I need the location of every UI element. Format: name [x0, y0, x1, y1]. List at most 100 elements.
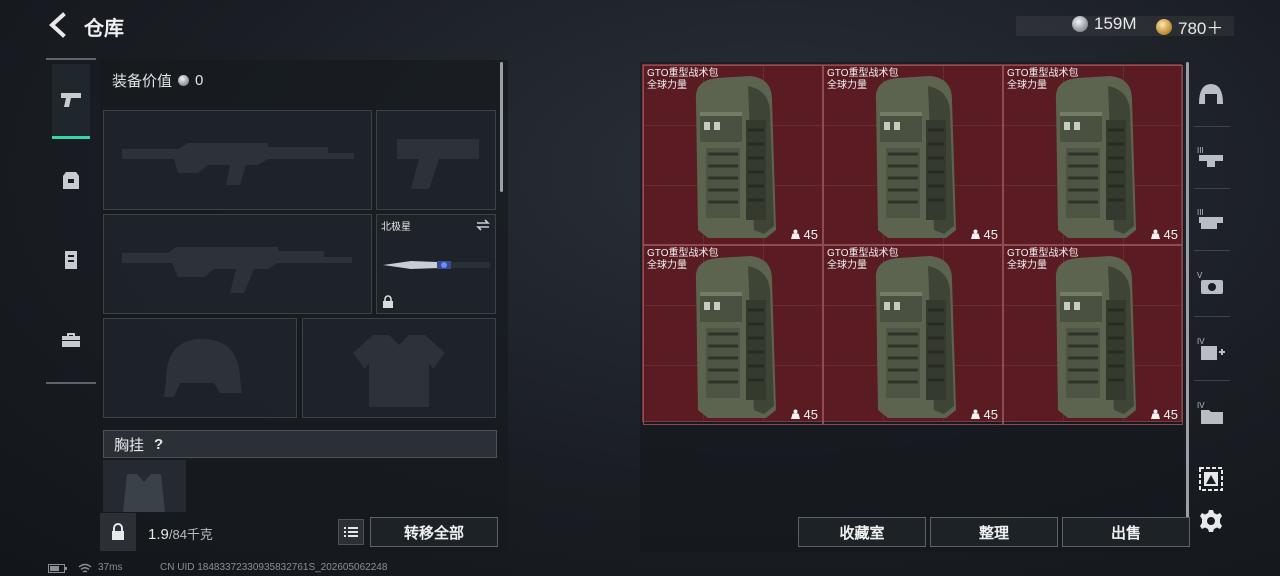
- chest-rig-header: 胸挂 ?: [103, 430, 497, 458]
- svg-text:III: III: [1197, 208, 1204, 217]
- helmet-filter-icon[interactable]: [1196, 80, 1226, 110]
- gold-currency[interactable]: 780＋: [1156, 14, 1223, 39]
- tactical-backpack-icon: [695, 256, 776, 418]
- storage-item[interactable]: GTO重型战术包 全球力量 45: [1003, 245, 1183, 425]
- divider: [1194, 380, 1230, 381]
- page-title: 仓库: [84, 18, 124, 40]
- armor-slot[interactable]: [302, 318, 496, 418]
- item-weight-value: 45: [1163, 407, 1178, 422]
- tab-vests[interactable]: [52, 224, 90, 296]
- item-name-line1: GTO重型战术包: [827, 68, 899, 79]
- helmet-slot[interactable]: [103, 318, 297, 418]
- settings-gear-icon[interactable]: [1196, 506, 1226, 536]
- tactical-backpack-icon: [1055, 76, 1136, 238]
- storage-scrollbar[interactable]: [1186, 62, 1189, 542]
- item-name-line2: 全球力量: [827, 80, 867, 91]
- item-name-line2: 全球力量: [647, 80, 687, 91]
- silver-amount: 159M: [1094, 14, 1137, 33]
- weight-max: /84千克: [168, 527, 213, 542]
- tab-backpacks[interactable]: [52, 144, 90, 216]
- silver-coin-icon: [1072, 16, 1088, 32]
- storage-item[interactable]: GTO重型战术包 全球力量 45: [1003, 65, 1183, 245]
- item-name: GTO重型战术包 全球力量: [827, 68, 898, 92]
- storage-item[interactable]: GTO重型战术包 全球力量 45: [823, 65, 1003, 245]
- back-arrow-icon[interactable]: [46, 12, 72, 38]
- sell-button[interactable]: 出售: [1062, 517, 1190, 547]
- melee-name: 北极星: [381, 222, 411, 233]
- primary-weapon-slot[interactable]: [103, 110, 372, 210]
- help-icon[interactable]: ?: [154, 436, 163, 453]
- item-name-line1: GTO重型战术包: [647, 68, 719, 79]
- rig-tier3-filter-icon[interactable]: III: [1196, 142, 1226, 172]
- tab-weapons[interactable]: [52, 64, 90, 139]
- select-all-icon[interactable]: [1196, 464, 1226, 494]
- rifle-silhouette-icon: [122, 143, 354, 185]
- weight-icon: [790, 229, 800, 239]
- ping-readout: 37ms: [98, 562, 123, 573]
- padlock-icon: [112, 523, 124, 540]
- medkit-tier4-filter-icon[interactable]: IV: [1196, 334, 1226, 364]
- silver-currency: 159M: [1072, 14, 1137, 34]
- item-name-line2: 全球力量: [1007, 260, 1047, 271]
- weight-icon: [790, 409, 800, 419]
- item-name-line1: GTO重型战术包: [647, 248, 719, 259]
- wifi-icon: [78, 563, 92, 573]
- gold-coin-icon: [1156, 18, 1172, 35]
- storage-item[interactable]: GTO重型战术包 全球力量 45: [643, 65, 823, 245]
- equipment-value: 装备价值 0: [112, 70, 203, 91]
- folder-tier4-filter-icon[interactable]: IV: [1196, 398, 1226, 428]
- weight-icon: [970, 229, 980, 239]
- item-weight: 45: [790, 227, 818, 242]
- item-weight: 45: [790, 407, 818, 422]
- svg-text:IV: IV: [1197, 401, 1205, 410]
- case-tier5-filter-icon[interactable]: V: [1196, 268, 1226, 298]
- gold-amount[interactable]: 780＋: [1178, 14, 1223, 39]
- item-weight-value: 45: [803, 407, 818, 422]
- item-name: GTO重型战术包 全球力量: [647, 68, 718, 92]
- tactical-backpack-icon: [1055, 256, 1136, 418]
- weight-icon: [970, 409, 980, 419]
- pistol-silhouette-icon: [397, 139, 479, 189]
- svg-text:V: V: [1197, 271, 1203, 280]
- chest-rig-slot[interactable]: [103, 460, 186, 512]
- list-view-button[interactable]: [338, 519, 364, 545]
- silver-coin-icon: [178, 75, 190, 86]
- divider: [1194, 126, 1230, 127]
- equipment-value-label: 装备价值: [112, 73, 173, 90]
- chest-rig-label: 胸挂: [114, 436, 145, 454]
- item-name-line1: GTO重型战术包: [1007, 248, 1079, 259]
- item-name-line2: 全球力量: [827, 260, 867, 271]
- armor-silhouette-icon: [353, 335, 445, 407]
- lock-button[interactable]: [100, 513, 136, 551]
- tactical-backpack-icon: [875, 256, 956, 418]
- transfer-all-button[interactable]: 转移全部: [370, 517, 498, 547]
- sidearm-slot[interactable]: [376, 110, 496, 210]
- weight-current: 1.9: [148, 526, 169, 543]
- equipment-scrollbar[interactable]: [500, 62, 503, 192]
- item-weight-value: 45: [983, 227, 998, 242]
- storage-item[interactable]: GTO重型战术包 全球力量 45: [823, 245, 1003, 425]
- item-weight: 45: [1150, 407, 1178, 422]
- swap-icon[interactable]: [476, 219, 490, 231]
- item-weight-value: 45: [803, 227, 818, 242]
- rig-tier3b-filter-icon[interactable]: III: [1196, 204, 1226, 234]
- rifle-silhouette-icon: [122, 247, 352, 293]
- storage-item[interactable]: GTO重型战术包 全球力量 45: [643, 245, 823, 425]
- collection-room-button[interactable]: 收藏室: [798, 517, 926, 547]
- divider: [1194, 188, 1230, 189]
- item-name-line2: 全球力量: [647, 260, 687, 271]
- sort-button[interactable]: 整理: [930, 517, 1058, 547]
- secondary-weapon-slot[interactable]: [103, 214, 372, 314]
- chest-rig-silhouette-icon: [123, 474, 165, 512]
- item-name-line1: GTO重型战术包: [827, 248, 899, 259]
- item-name-line2: 全球力量: [1007, 80, 1047, 91]
- list-icon: [344, 527, 358, 537]
- melee-slot[interactable]: 北极星: [376, 214, 496, 314]
- tab-toolbox[interactable]: [52, 304, 90, 376]
- item-weight-value: 45: [983, 407, 998, 422]
- backpack-icon: [63, 172, 79, 189]
- item-name: GTO重型战术包 全球力量: [647, 248, 718, 272]
- lock-icon: [383, 295, 393, 308]
- helmet-silhouette-icon: [164, 339, 242, 397]
- svg-text:IV: IV: [1197, 337, 1205, 346]
